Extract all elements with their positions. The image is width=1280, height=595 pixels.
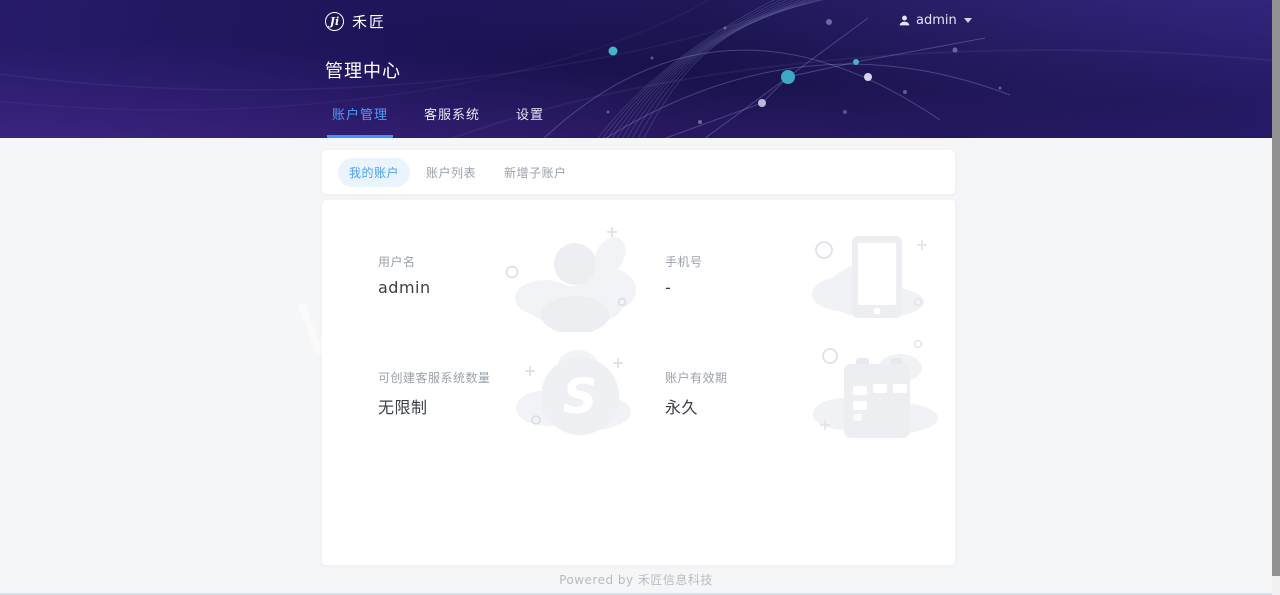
subtab-account-list[interactable]: 账户列表 — [426, 164, 476, 181]
header-wave-decoration — [0, 0, 1272, 138]
scrollbar-thumb[interactable] — [1272, 0, 1280, 576]
vertical-scrollbar[interactable] — [1272, 0, 1280, 595]
phone-illustration-icon — [800, 222, 950, 332]
page: Ji 禾匠 管理中心 admin 账户管理 客服系统 设置 我的账户 账户列表 … — [0, 0, 1280, 595]
info-label: 账户有效期 — [665, 369, 728, 386]
subtab-add-subaccount[interactable]: 新增子账户 — [504, 164, 567, 181]
info-label: 手机号 — [665, 253, 703, 270]
user-menu[interactable]: admin — [898, 13, 972, 28]
logo-monogram: Ji — [330, 15, 339, 28]
subtab-card: 我的账户 账户列表 新增子账户 — [322, 150, 955, 194]
header: Ji 禾匠 管理中心 admin 账户管理 客服系统 设置 — [0, 0, 1272, 138]
info-label: 可创建客服系统数量 — [378, 369, 491, 386]
info-value: admin — [378, 278, 431, 297]
subtab-my-account[interactable]: 我的账户 — [338, 158, 410, 187]
logo: Ji 禾匠 — [325, 11, 386, 32]
info-username: 用户名 admin — [378, 253, 431, 297]
info-value: 无限制 — [378, 394, 491, 418]
logo-icon: Ji — [325, 12, 344, 31]
footer-text: Powered by 禾匠信息科技 — [0, 571, 1272, 588]
user-icon — [898, 14, 911, 27]
service-s-illustration-icon: S — [500, 338, 650, 448]
calendar-illustration-icon — [800, 338, 950, 448]
info-phone: 手机号 - — [665, 253, 703, 297]
info-value: - — [665, 278, 703, 297]
tab-customer-service[interactable]: 客服系统 — [419, 104, 485, 138]
info-validity: 账户有效期 永久 — [665, 369, 728, 418]
info-value: 永久 — [665, 394, 728, 418]
tab-settings[interactable]: 设置 — [511, 104, 549, 138]
info-label: 用户名 — [378, 253, 431, 270]
caret-down-icon — [964, 18, 972, 23]
brand-name: 禾匠 — [352, 11, 386, 32]
account-info-card: 用户名 admin 手机号 - — [322, 200, 955, 565]
primary-tabs: 账户管理 客服系统 设置 — [327, 104, 549, 138]
user-name: admin — [916, 13, 957, 28]
info-service-quota: 可创建客服系统数量 无限制 — [378, 369, 491, 418]
page-title: 管理中心 — [325, 57, 401, 83]
tab-account-management[interactable]: 账户管理 — [327, 104, 393, 138]
person-illustration-icon — [500, 222, 650, 332]
svg-text:S: S — [563, 369, 598, 425]
